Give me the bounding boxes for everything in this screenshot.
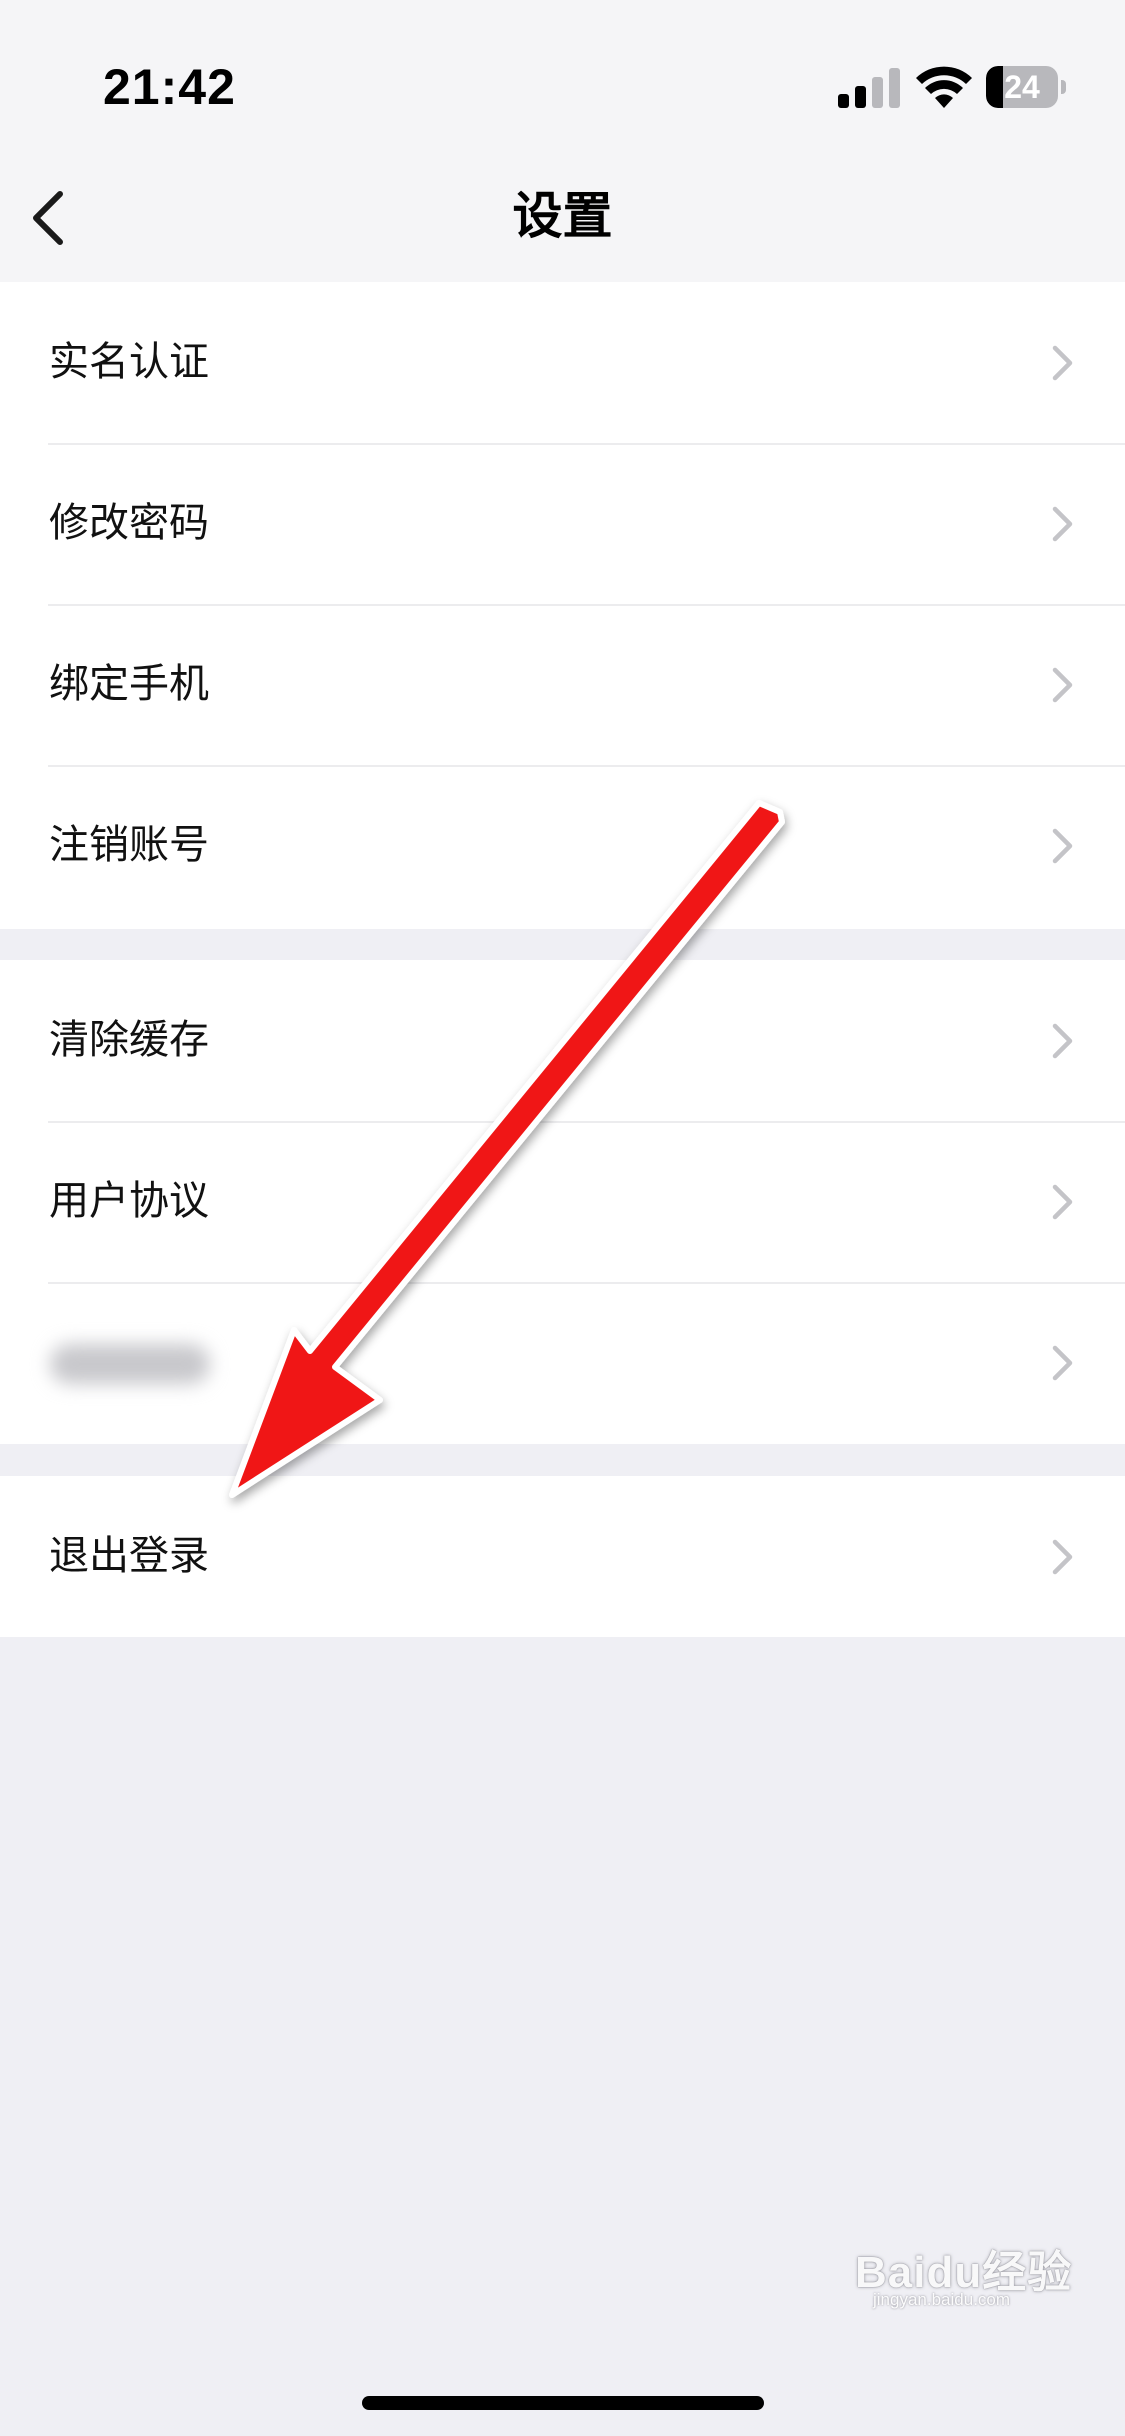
chevron-left-icon [33,191,63,245]
row-label: 清除缓存 [49,1017,209,1063]
chevron-right-icon [1052,345,1073,381]
baidu-jingyan-watermark: Baidu经验 jingyan.baidu.com [855,2222,1095,2312]
chevron-right-icon [1052,1539,1073,1575]
settings-screen: 21:42 24 设置 实名认证 修改密码 绑定手机 注销账号 清除缓存 用户协… [0,0,1125,2436]
settings-row-change-password[interactable]: 修改密码 [0,443,1125,604]
wifi-icon [916,66,972,108]
settings-group-account: 实名认证 修改密码 绑定手机 注销账号 [0,282,1125,929]
chevron-right-icon [1052,667,1073,703]
settings-row-bind-phone[interactable]: 绑定手机 [0,604,1125,765]
back-button[interactable] [14,178,94,258]
settings-row-real-name-verification[interactable]: 实名认证 [0,282,1125,443]
page-title: 设置 [512,187,613,245]
home-indicator[interactable] [362,2396,764,2410]
watermark-url: jingyan.baidu.com [873,2290,1011,2309]
row-label: 退出登录 [49,1533,209,1579]
settings-row-clear-cache[interactable]: 清除缓存 [0,960,1125,1121]
chevron-right-icon [1052,506,1073,542]
settings-row-blurred[interactable] [0,1282,1125,1443]
row-label: 实名认证 [49,339,209,385]
chevron-right-icon [1052,1023,1073,1059]
chevron-right-icon [1052,1184,1073,1220]
status-bar: 21:42 24 [0,0,1125,150]
row-label: 注销账号 [49,822,209,868]
row-label: 绑定手机 [49,661,209,707]
chevron-right-icon [1052,828,1073,864]
settings-row-delete-account[interactable]: 注销账号 [0,765,1125,926]
row-label: 修改密码 [49,500,209,546]
navigation-bar: 设置 [0,150,1125,282]
settings-row-logout[interactable]: 退出登录 [0,1476,1125,1637]
settings-row-user-agreement[interactable]: 用户协议 [0,1121,1125,1282]
battery-icon: 24 [986,66,1066,108]
blurred-label [50,1344,210,1384]
settings-group-general: 清除缓存 用户协议 [0,960,1125,1444]
cellular-signal-icon [838,68,900,108]
row-label: 用户协议 [49,1178,209,1224]
battery-level: 24 [1004,69,1040,105]
settings-group-logout: 退出登录 [0,1476,1125,1637]
status-time: 21:42 [103,59,236,115]
chevron-right-icon [1052,1345,1073,1381]
